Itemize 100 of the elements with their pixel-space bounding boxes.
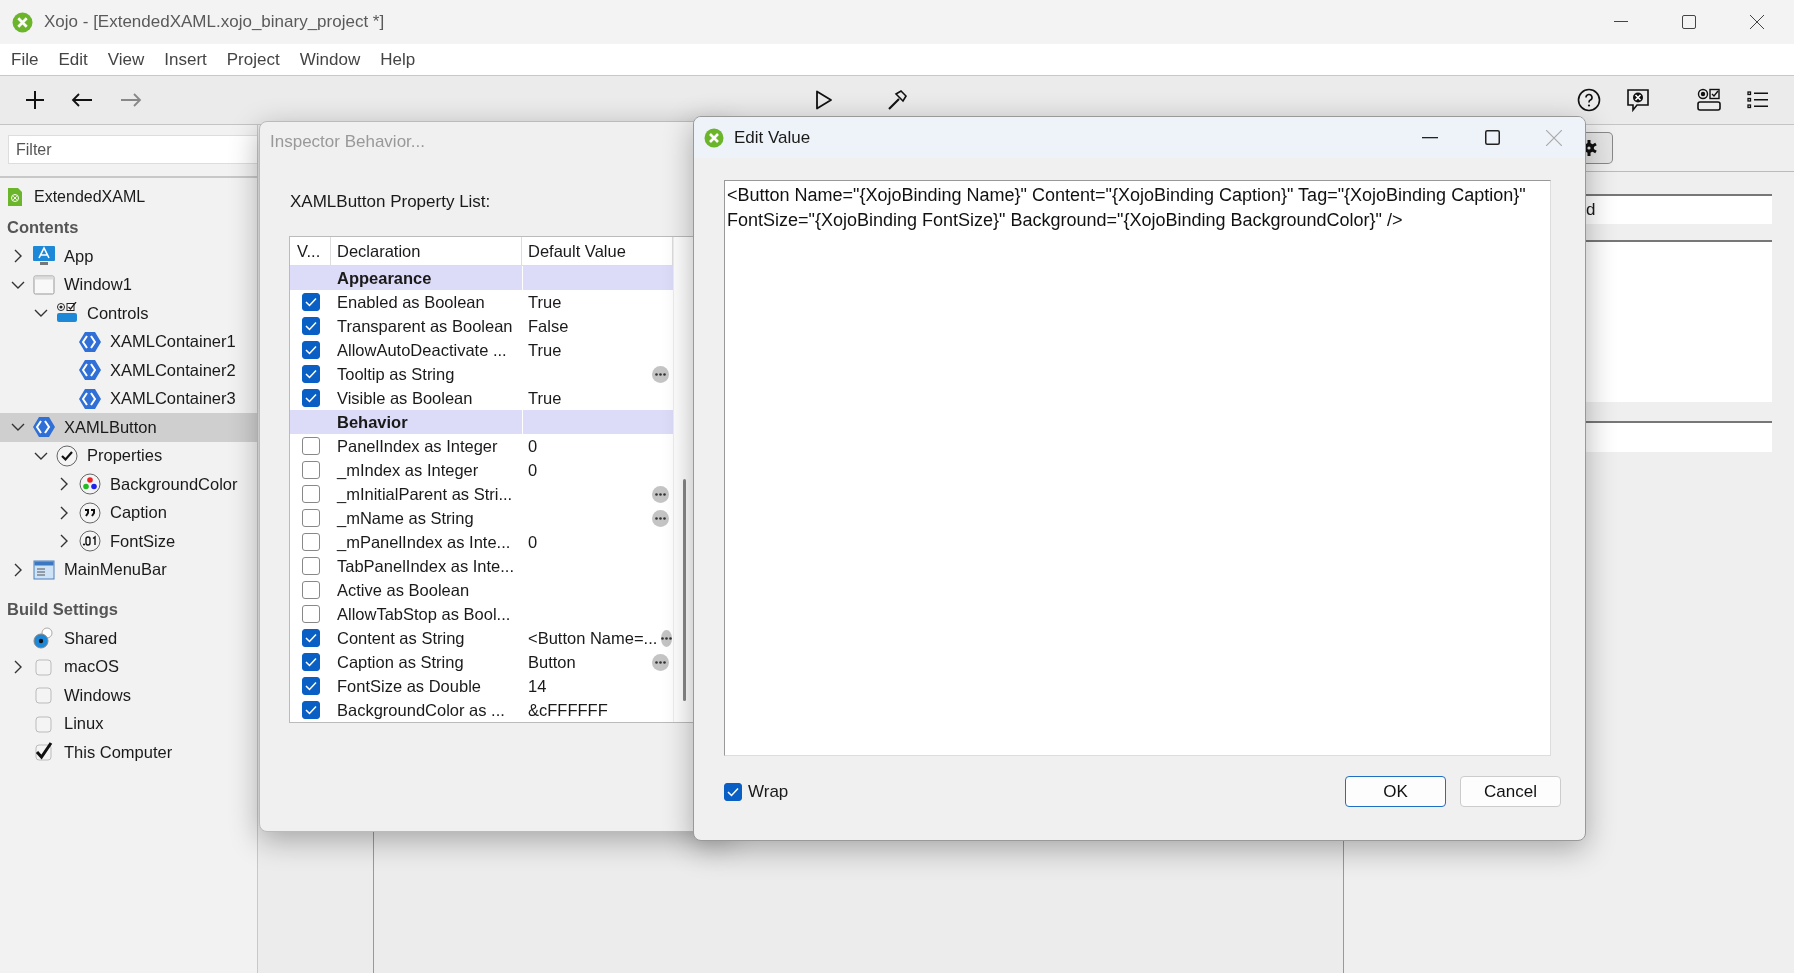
checkbox[interactable] [301, 533, 320, 551]
settings-button[interactable] [1585, 132, 1613, 164]
text-field[interactable]: d [1585, 194, 1772, 224]
tree-item[interactable]: Shared [0, 624, 257, 653]
checkmark-icon [304, 633, 317, 643]
menu-item[interactable]: Help [370, 49, 426, 70]
menu-item[interactable]: File [1, 49, 49, 70]
app-icon [32, 245, 56, 268]
checkmark-icon [304, 369, 317, 379]
tree-item[interactable]: XAMLContainer3 [0, 384, 257, 413]
diamond-icon [78, 387, 102, 410]
tree-item[interactable]: XAMLContainer1 [0, 327, 257, 356]
checkbox[interactable] [33, 684, 55, 707]
table-cell-text: Enabled as Boolean [336, 292, 486, 312]
menu-item[interactable]: Edit [48, 49, 98, 70]
checkbox[interactable] [301, 557, 320, 575]
checkbox[interactable] [301, 293, 320, 311]
checkbox[interactable] [301, 605, 320, 623]
checkmark-icon [304, 297, 317, 307]
tree-item[interactable]: macOS [0, 652, 257, 681]
tree-item[interactable]: BackgroundColor [0, 470, 257, 499]
more-button[interactable] [661, 629, 673, 647]
table-cell-text: _mIndex as Integer [335, 460, 480, 480]
project-name[interactable]: ExtendedXAML [34, 188, 146, 206]
diamond-icon [78, 359, 102, 382]
checkbox-label: Wrap [748, 781, 789, 802]
window-title: Xojo - [ExtendedXAML.xojo_binary_project *] [44, 12, 385, 32]
checkbox[interactable] [301, 341, 320, 359]
checkbox[interactable] [301, 485, 320, 503]
tree-item[interactable]: This Computer [0, 738, 257, 767]
column-header[interactable]: Declaration [331, 237, 522, 265]
dialog-button[interactable]: Cancel [1460, 776, 1561, 807]
checkbox[interactable] [301, 461, 320, 479]
checkbox[interactable] [301, 365, 320, 383]
tree-item[interactable]: Controls [0, 299, 257, 328]
checkbox[interactable] [301, 629, 320, 647]
checkbox[interactable] [301, 677, 320, 695]
checkmark-icon [56, 444, 78, 467]
menu-item[interactable]: Window [289, 49, 371, 70]
table-cell: 0 [528, 436, 538, 456]
column-header[interactable]: V... [290, 237, 331, 265]
table-cell: True [528, 292, 562, 312]
checkbox[interactable] [33, 741, 55, 764]
window-icon [33, 273, 55, 296]
tree-item[interactable]: Caption [0, 498, 257, 527]
table-cell-text: Transparent as Boolean [336, 316, 514, 336]
checkbox[interactable] [724, 782, 742, 801]
app-logo-icon [12, 11, 33, 33]
checkbox[interactable] [301, 437, 320, 455]
column-header[interactable]: Default Value [522, 237, 673, 265]
controls-icon [55, 302, 79, 325]
checkbox[interactable] [301, 581, 320, 599]
checkbox[interactable] [301, 509, 320, 527]
more-button[interactable] [652, 509, 669, 527]
table-cell: True [528, 340, 562, 360]
checkbox[interactable] [301, 701, 320, 719]
group-label: Appearance [336, 268, 433, 288]
tree-item[interactable]: Window1 [0, 270, 257, 299]
radio-button[interactable] [33, 627, 55, 650]
tree-item[interactable]: App [0, 242, 257, 271]
number-icon [79, 530, 101, 553]
menu-item[interactable]: Project [216, 49, 290, 70]
ellipsis-icon [661, 636, 673, 640]
checkbox[interactable] [301, 653, 320, 671]
table-cell-text: AllowTabStop as Bool... [336, 604, 512, 624]
tree-item[interactable]: Windows [0, 681, 257, 710]
table-cell: <Button Name=... [528, 628, 658, 648]
text-field[interactable]: <Button Name="{XojoBinding Name}" Content="{XojoBinding Caption}" Tag="{XojoBinding Caption}" FontSize="{XojoBinding FontSize}" Background="{XojoBinding BackgroundColor}" /> [724, 180, 1551, 756]
table-cell: False [528, 316, 569, 336]
tree-item[interactable]: XAMLContainer2 [0, 356, 257, 385]
hammer-icon [886, 89, 908, 111]
tree-item[interactable]: Properties [0, 441, 257, 470]
menu-item[interactable]: Insert [154, 49, 217, 70]
section-heading: Contents [6, 216, 80, 238]
checkmark-icon [304, 321, 317, 331]
dialog-title: Inspector Behavior... [270, 132, 425, 152]
table-cell-text: Visible as Boolean [336, 388, 474, 408]
tree-item[interactable]: XAMLButton [0, 413, 257, 442]
menu-item[interactable]: View [97, 49, 155, 70]
tree-item[interactable]: MainMenuBar [0, 555, 257, 584]
scrollbar-thumb[interactable] [683, 479, 686, 701]
checkbox[interactable] [301, 389, 320, 407]
dialog-button[interactable]: OK [1345, 776, 1446, 807]
more-button[interactable] [652, 365, 669, 383]
left-arrow-icon [71, 93, 93, 107]
text-field[interactable] [1585, 421, 1772, 452]
filter-field[interactable]: Filter [8, 135, 257, 164]
help-icon [1577, 88, 1601, 112]
tree-item[interactable]: FontSize [0, 527, 257, 556]
checkmark-icon [304, 657, 317, 667]
table-cell-text: Content as String [336, 628, 466, 648]
tree-item[interactable]: Linux [0, 709, 257, 738]
more-button[interactable] [652, 653, 669, 671]
dialog-title: Edit Value [734, 127, 811, 148]
table-cell: &cFFFFFF [528, 700, 608, 720]
table-cell-text: PanelIndex as Integer [336, 436, 499, 456]
checkbox[interactable] [301, 317, 320, 335]
more-button[interactable] [652, 485, 669, 503]
close-icon [1750, 15, 1764, 29]
table-cell-text: Active as Boolean [336, 580, 471, 600]
